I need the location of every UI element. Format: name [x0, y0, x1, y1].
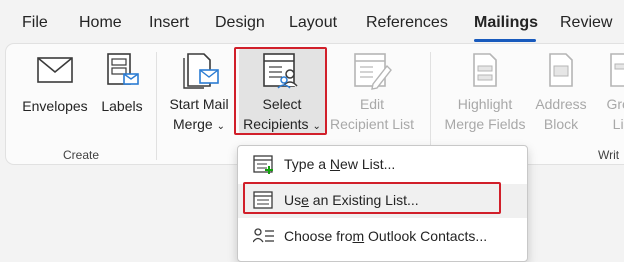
- contacts-icon: [252, 227, 275, 250]
- address-block-icon: [530, 52, 592, 90]
- edit-recipient-list-button[interactable]: Edit Recipient List: [328, 52, 416, 134]
- group-separator: [156, 52, 157, 160]
- start-mail-merge-button[interactable]: Start Mail Merge ⌄: [164, 52, 234, 137]
- active-tab-indicator: [474, 39, 536, 42]
- highlight-merge-fields-label-1: Highlight: [457, 96, 513, 112]
- use-existing-list-highlight: [243, 182, 501, 214]
- group-label-create: Create: [63, 148, 100, 162]
- envelope-icon: [20, 54, 90, 86]
- group-separator: [430, 52, 431, 160]
- highlight-merge-fields-button[interactable]: Highlight Merge Fields: [438, 52, 532, 134]
- envelopes-label: Envelopes: [22, 98, 88, 114]
- labels-button[interactable]: Labels: [94, 52, 150, 116]
- menu-item-label: Type a New List...: [284, 156, 396, 172]
- address-block-label-2: Block: [543, 116, 579, 132]
- mail-merge-icon: [164, 52, 234, 90]
- labels-icon: [94, 52, 150, 88]
- highlight-fields-icon: [438, 52, 532, 90]
- tab-design[interactable]: Design: [215, 14, 265, 32]
- chevron-down-icon: ⌄: [216, 121, 225, 132]
- new-list-icon: [253, 155, 275, 178]
- tab-home[interactable]: Home: [79, 14, 122, 32]
- menu-item-choose-outlook-contacts[interactable]: Choose from Outlook Contacts...: [238, 220, 527, 254]
- edit-recipient-list-label-2: Recipient List: [329, 116, 415, 132]
- edit-list-icon: [328, 52, 416, 90]
- menu-item-label: Choose from Outlook Contacts...: [284, 228, 488, 244]
- menu-item-type-new-list[interactable]: Type a New List...: [238, 148, 527, 182]
- labels-label: Labels: [101, 98, 143, 114]
- greeting-line-icon: [592, 52, 624, 90]
- start-mail-merge-label-2: Merge ⌄: [173, 116, 225, 132]
- select-recipients-menu: Type a New List... Use an Existing List.…: [237, 145, 528, 262]
- start-mail-merge-label-1: Start Mail: [169, 96, 229, 112]
- edit-recipient-list-label-1: Edit: [359, 96, 385, 112]
- greeting-line-label-2: Lin: [612, 116, 624, 132]
- select-recipients-highlight: [234, 47, 327, 135]
- tab-references[interactable]: References: [366, 14, 448, 32]
- tab-review[interactable]: Review: [560, 14, 612, 32]
- address-block-button[interactable]: Address Block: [530, 52, 592, 134]
- tab-mailings[interactable]: Mailings: [474, 14, 538, 32]
- ribbon-tab-bar: File Home Insert Design Layout Reference…: [0, 0, 624, 44]
- tab-file[interactable]: File: [22, 14, 48, 32]
- greeting-line-label-1: Gree: [606, 96, 624, 112]
- tab-layout[interactable]: Layout: [289, 14, 337, 32]
- address-block-label-1: Address: [535, 96, 587, 112]
- group-label-write: Writ: [598, 148, 620, 162]
- envelopes-button[interactable]: Envelopes: [20, 54, 90, 116]
- highlight-merge-fields-label-2: Merge Fields: [444, 116, 526, 132]
- tab-insert[interactable]: Insert: [149, 14, 189, 32]
- greeting-line-button[interactable]: Gree Lin: [592, 52, 624, 134]
